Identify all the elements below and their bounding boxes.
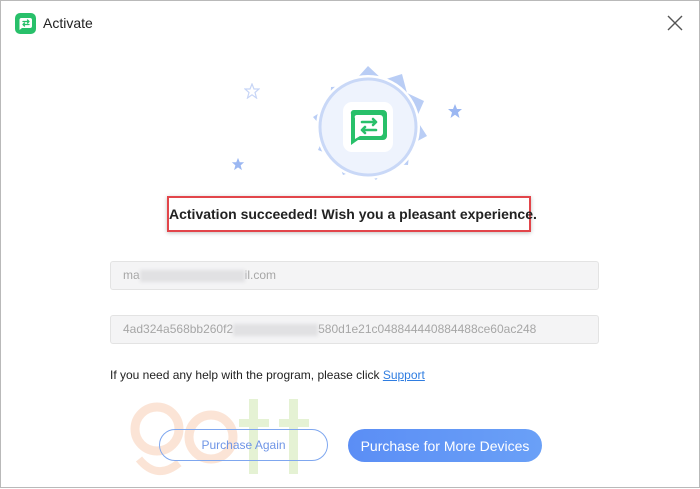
help-text: If you need any help with the program, p… [110, 368, 425, 382]
email-suffix: il.com [244, 268, 277, 282]
window-title: Activate [43, 15, 93, 31]
success-message: Activation succeeded! Wish you a pleasan… [169, 206, 537, 222]
close-icon[interactable] [664, 12, 686, 34]
key-redaction [233, 323, 319, 336]
email-prefix: ma [123, 268, 140, 282]
star-outline-icon [243, 82, 261, 104]
license-key-value: 4ad324a568bb260f2 580d1e21c04884444088448… [123, 316, 536, 343]
license-key-field[interactable]: 4ad324a568bb260f2 580d1e21c04884444088448… [110, 315, 599, 344]
key-suffix: 580d1e21c048844440884488ce60ac248 [318, 322, 537, 336]
email-field[interactable]: ma il.com [110, 261, 599, 290]
email-value: ma il.com [123, 262, 276, 289]
key-prefix: 4ad324a568bb260f2 [123, 322, 234, 336]
purchase-again-button[interactable]: Purchase Again [159, 429, 328, 461]
success-highlight: Activation succeeded! Wish you a pleasan… [167, 196, 537, 232]
star-icon [231, 157, 245, 176]
email-redaction [139, 269, 245, 282]
purchase-more-devices-button[interactable]: Purchase for More Devices [348, 429, 542, 462]
star-icon [447, 103, 463, 124]
title-bar: Activate [1, 1, 699, 47]
help-label: If you need any help with the program, p… [110, 368, 383, 382]
app-icon [15, 13, 36, 34]
support-link[interactable]: Support [383, 368, 425, 382]
activate-window: Activate Activation succeeded! Wish you [0, 0, 700, 488]
success-badge [305, 64, 431, 190]
